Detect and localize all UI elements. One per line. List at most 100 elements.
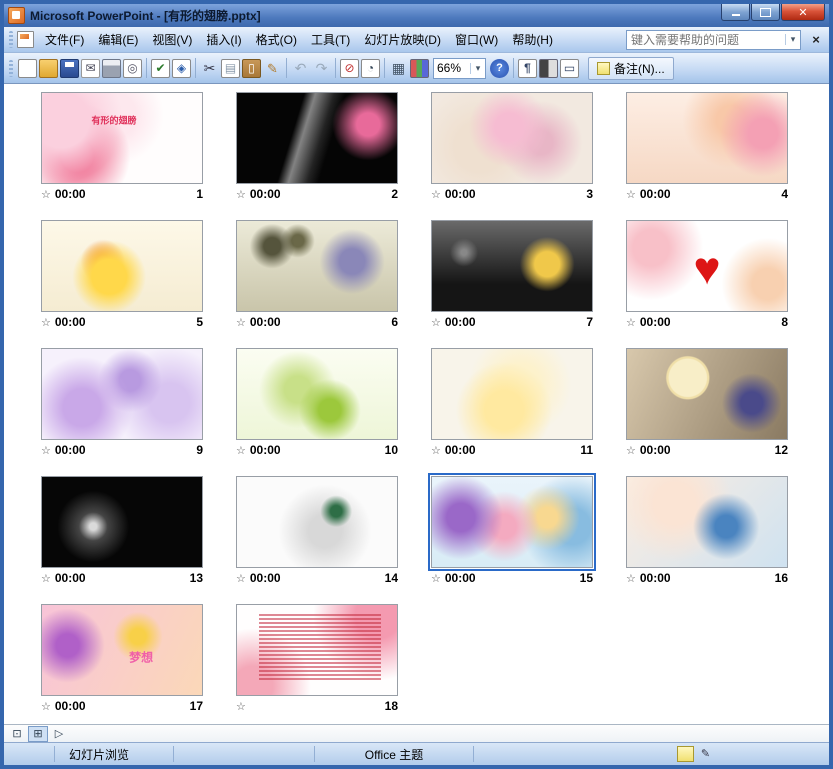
transition-star-icon[interactable]: ☆ (41, 572, 51, 585)
help-search-input[interactable] (627, 31, 785, 48)
minimize-icon (731, 14, 740, 16)
zoom-combo: ▾ (433, 57, 486, 79)
slideshow-button[interactable]: ▷ (49, 726, 69, 742)
transition-star-icon[interactable]: ☆ (41, 700, 51, 713)
copy-icon[interactable]: ▤ (221, 58, 240, 78)
print-icon[interactable] (102, 58, 121, 78)
grid-icon[interactable]: ▦ (389, 59, 408, 78)
slide-thumbnail-18[interactable] (236, 604, 398, 696)
slide-meta-3: ☆ 00:00 3 (431, 187, 593, 201)
slide-timing: 00:00 (54, 315, 86, 329)
slide-thumbnail-16[interactable] (626, 476, 788, 568)
menu-format[interactable]: 格式(O) (249, 28, 304, 51)
toolbar-separator (513, 58, 514, 78)
slide-thumbnail-3[interactable] (431, 92, 593, 184)
menu-edit[interactable]: 编辑(E) (91, 28, 145, 51)
color-schemes-icon[interactable] (410, 58, 429, 78)
grayscale-icon[interactable] (539, 58, 558, 78)
slide-thumbnail-8[interactable]: ♥ (626, 220, 788, 312)
transition-star-icon[interactable]: ☆ (236, 316, 246, 329)
slide-sorter-view-button[interactable]: ⊞ (28, 725, 48, 742)
transition-star-icon[interactable]: ☆ (236, 572, 246, 585)
slide-thumbnail-1[interactable]: 有形的翅膀 (41, 92, 203, 184)
redo-icon[interactable]: ↷ (312, 59, 331, 78)
view-name-panel: 幻灯片浏览 (54, 746, 174, 762)
print-preview-icon[interactable]: ◎ (123, 58, 142, 78)
normal-view-button[interactable]: ⊡ (7, 726, 27, 742)
menu-file[interactable]: 文件(F) (38, 28, 91, 51)
transition-star-icon[interactable]: ☆ (626, 572, 636, 585)
menubar-grip[interactable] (9, 31, 13, 48)
slide-cell-7: ☆ 00:00 7 (431, 220, 593, 329)
transition-star-icon[interactable]: ☆ (431, 188, 441, 201)
slide-thumbnail-11[interactable] (431, 348, 593, 440)
slide-thumbnail-13[interactable] (41, 476, 203, 568)
menu-window[interactable]: 窗口(W) (448, 28, 505, 51)
slide-number: 15 (579, 571, 593, 585)
maximize-button[interactable] (751, 4, 780, 21)
zoom-dropdown-icon[interactable]: ▾ (470, 62, 485, 74)
slide-overlay-text: 有形的翅膀 (91, 115, 137, 126)
slide-meta-18: ☆ 18 (236, 699, 398, 713)
format-painter-icon[interactable]: ✎ (263, 59, 282, 78)
slide-thumbnail-12[interactable] (626, 348, 788, 440)
menu-view[interactable]: 视图(V) (145, 28, 199, 51)
spelling-icon[interactable]: ✔ (151, 58, 170, 78)
toolbar-grip[interactable] (9, 59, 13, 77)
slide-thumbnail-14[interactable] (236, 476, 398, 568)
zoom-input[interactable] (434, 61, 470, 75)
fit-window-icon[interactable]: ▭ (560, 58, 579, 78)
slide-thumbnail-2[interactable] (236, 92, 398, 184)
chevron-down-icon[interactable]: ▾ (785, 34, 800, 45)
transition-star-icon[interactable]: ☆ (236, 444, 246, 457)
slide-thumbnail-9[interactable] (41, 348, 203, 440)
transition-star-icon[interactable]: ☆ (431, 572, 441, 585)
slide-thumbnail-7[interactable] (431, 220, 593, 312)
slide-number: 2 (391, 187, 398, 201)
notes-button[interactable]: 备注(N)... (588, 56, 674, 80)
slide-thumbnail-17[interactable]: 梦想 (41, 604, 203, 696)
transition-star-icon[interactable]: ☆ (236, 700, 246, 713)
cut-icon[interactable]: ✂ (200, 59, 219, 78)
note-icon (597, 61, 610, 75)
slide-thumbnail-10[interactable] (236, 348, 398, 440)
slide-number: 9 (196, 443, 203, 457)
transition-star-icon[interactable]: ☆ (236, 188, 246, 201)
undo-icon[interactable]: ↶ (291, 59, 310, 78)
menu-help[interactable]: 帮助(H) (505, 28, 560, 51)
save-icon[interactable] (60, 58, 79, 78)
transition-star-icon[interactable]: ☆ (431, 444, 441, 457)
standard-toolbar: ✉ ◎ ✔ ◈ ✂ ▤ ▯ ✎ ↶ ↷ ⊘ ◔ ▦ ▾ ? ¶ ▭ 备注(N).… (4, 53, 829, 84)
hide-slide-icon[interactable]: ⊘ (340, 58, 359, 78)
document-status-icon[interactable] (677, 746, 694, 762)
slide-thumbnail-15[interactable] (428, 473, 596, 571)
transition-star-icon[interactable]: ☆ (41, 444, 51, 457)
transition-star-icon[interactable]: ☆ (626, 316, 636, 329)
new-icon[interactable] (18, 58, 37, 78)
open-folder-icon[interactable] (39, 58, 58, 78)
transition-star-icon[interactable]: ☆ (431, 316, 441, 329)
close-button[interactable]: ✕ (781, 4, 825, 21)
research-icon[interactable]: ◈ (172, 58, 191, 78)
transition-star-icon[interactable]: ☆ (41, 316, 51, 329)
transition-star-icon[interactable]: ☆ (626, 188, 636, 201)
rehearse-timings-icon[interactable]: ◔ (361, 58, 380, 78)
menu-tools[interactable]: 工具(T) (304, 28, 357, 51)
email-icon[interactable]: ✉ (81, 58, 100, 78)
slide-meta-17: ☆ 00:00 17 (41, 699, 203, 713)
transition-star-icon[interactable]: ☆ (626, 444, 636, 457)
slide-meta-6: ☆ 00:00 6 (236, 315, 398, 329)
minimize-button[interactable] (721, 4, 750, 21)
menu-slideshow[interactable]: 幻灯片放映(D) (357, 28, 448, 51)
transition-star-icon[interactable]: ☆ (41, 188, 51, 201)
show-formatting-icon[interactable]: ¶ (518, 58, 537, 78)
slide-thumbnail-4[interactable] (626, 92, 788, 184)
slide-thumbnail-6[interactable] (236, 220, 398, 312)
help-icon[interactable]: ? (490, 58, 509, 78)
paste-icon[interactable]: ▯ (242, 58, 261, 78)
menu-insert[interactable]: 插入(I) (199, 28, 248, 51)
pen-status-icon[interactable]: ✎ (698, 746, 713, 760)
close-document-button[interactable]: × (807, 32, 825, 47)
slide-thumbnail-5[interactable] (41, 220, 203, 312)
title-bar: Microsoft PowerPoint - [有形的翅膀.pptx] ✕ (4, 4, 829, 27)
